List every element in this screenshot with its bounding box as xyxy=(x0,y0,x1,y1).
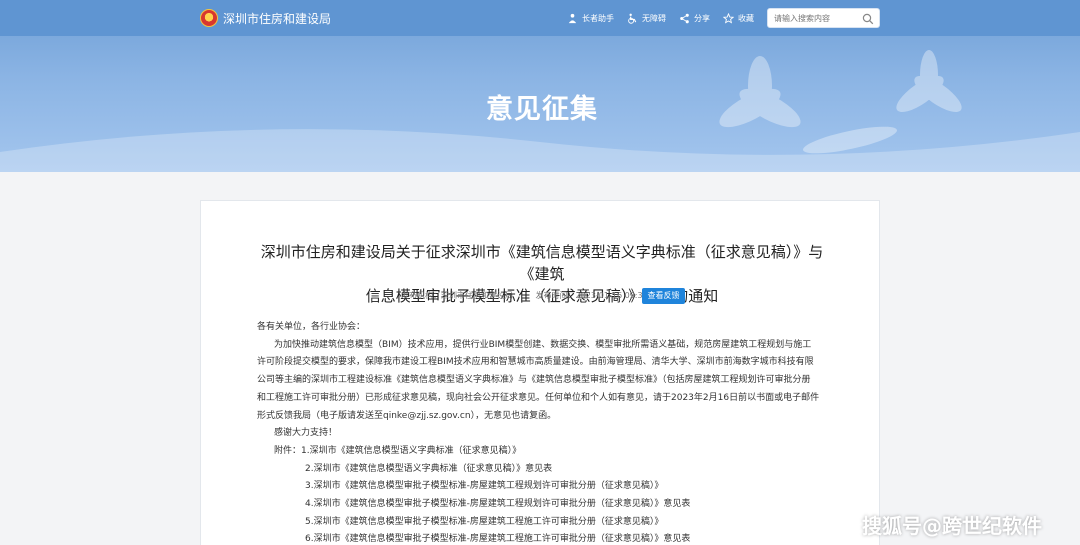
share-button[interactable]: 分享 xyxy=(679,11,710,25)
star-icon xyxy=(723,12,734,24)
article-card: 深圳市住房和建设局关于征求深圳市《建筑信息模型语义字典标准（征求意见稿）》与《建… xyxy=(200,200,880,545)
search-box[interactable] xyxy=(767,8,880,28)
search-icon[interactable] xyxy=(862,13,874,25)
search-input[interactable] xyxy=(774,11,862,25)
government-emblem-logo xyxy=(200,9,218,27)
site-name[interactable]: 深圳市住房和建设局 xyxy=(223,10,331,27)
body-line: 许可阶段提交模型的要求，保障我市建设工程BIM技术应用和智慧城市高质量建设。由前… xyxy=(257,357,814,368)
attachment-link[interactable]: 4.深圳市《建筑信息模型审批子模型标准-房屋建筑工程规划许可审批分册（征求意见稿… xyxy=(257,496,823,514)
thanks-text: 感谢大力支持！ xyxy=(274,428,338,439)
favorite-label: 收藏 xyxy=(738,13,754,23)
share-icon xyxy=(680,13,689,23)
body-line: 公司等主编的深圳市工程建设标准《建筑信息模型语义字典标准》与《建筑信息模型审批子… xyxy=(257,375,811,386)
watermark: 搜狐号@跨世纪软件 xyxy=(862,514,1042,538)
view-feedback-button[interactable]: 查看反馈 xyxy=(642,288,685,304)
elderly-assistant-button[interactable]: 长者助手 xyxy=(567,11,614,25)
publish-time: 发布时间：2023-01-16 09:37 xyxy=(535,291,648,300)
wheelchair-icon xyxy=(628,13,637,24)
article-meta: 发布机构：深圳市住房和建设局 发布时间：2023-01-16 09:37 xyxy=(401,290,668,301)
attachment-row: 附件：1.深圳市《建筑信息模型语义字典标准（征求意见稿）》 xyxy=(257,443,823,461)
accessibility-label: 无障碍 xyxy=(642,13,666,23)
body-line: 为加快推动建筑信息模型（BIM）技术应用，提供行业BIM模型创建、数据交换、模型… xyxy=(274,339,812,350)
attachments-label: 附件： xyxy=(274,445,302,456)
greeting: 各有关单位，各行业协会： xyxy=(257,322,366,332)
body-line: 和工程施工许可审批分册）已形成征求意见稿，现向社会公开征求意见。任何单位和个人如… xyxy=(257,392,820,403)
attachment-link[interactable]: 2.深圳市《建筑信息模型语义字典标准（征求意见稿）》意见表 xyxy=(257,461,823,479)
accessibility-button[interactable]: 无障碍 xyxy=(627,11,666,25)
favorite-button[interactable]: 收藏 xyxy=(723,11,754,25)
top-navigation-bar: 深圳市住房和建设局 长者助手 无障碍 分享 收藏 xyxy=(0,0,1080,36)
page-title: 意见征集 xyxy=(486,94,598,125)
attachment-link[interactable]: 3.深圳市《建筑信息模型审批子模型标准-房屋建筑工程规划许可审批分册（征求意见稿… xyxy=(257,478,823,496)
body-line: 形式反馈我局（电子版请发送至qinke@zjj.sz.gov.cn），无意见也请… xyxy=(257,410,557,421)
article-content: 各有关单位，各行业协会： 为加快推动建筑信息模型（BIM）技术应用，提供行业BI… xyxy=(257,319,823,545)
elderly-assistant-icon xyxy=(568,13,577,23)
attachment-link[interactable]: 5.深圳市《建筑信息模型审批子模型标准-房屋建筑工程施工许可审批分册（征求意见稿… xyxy=(257,514,823,532)
share-label: 分享 xyxy=(694,13,710,23)
page-header: 深圳市住房和建设局 长者助手 无障碍 分享 收藏 请输入搜索内容 意见征集 xyxy=(0,0,1080,172)
article-title-line-1: 深圳市住房和建设局关于征求深圳市《建筑信息模型语义字典标准（征求意见稿）》与《建… xyxy=(260,243,824,283)
attachment-link[interactable]: 6.深圳市《建筑信息模型审批子模型标准-房屋建筑工程施工许可审批分册（征求意见稿… xyxy=(257,531,823,545)
publisher: 发布机构：深圳市住房和建设局 xyxy=(401,291,513,300)
attachment-link[interactable]: 1.深圳市《建筑信息模型语义字典标准（征求意见稿）》 xyxy=(301,446,521,456)
elderly-assistant-label: 长者助手 xyxy=(582,13,614,23)
